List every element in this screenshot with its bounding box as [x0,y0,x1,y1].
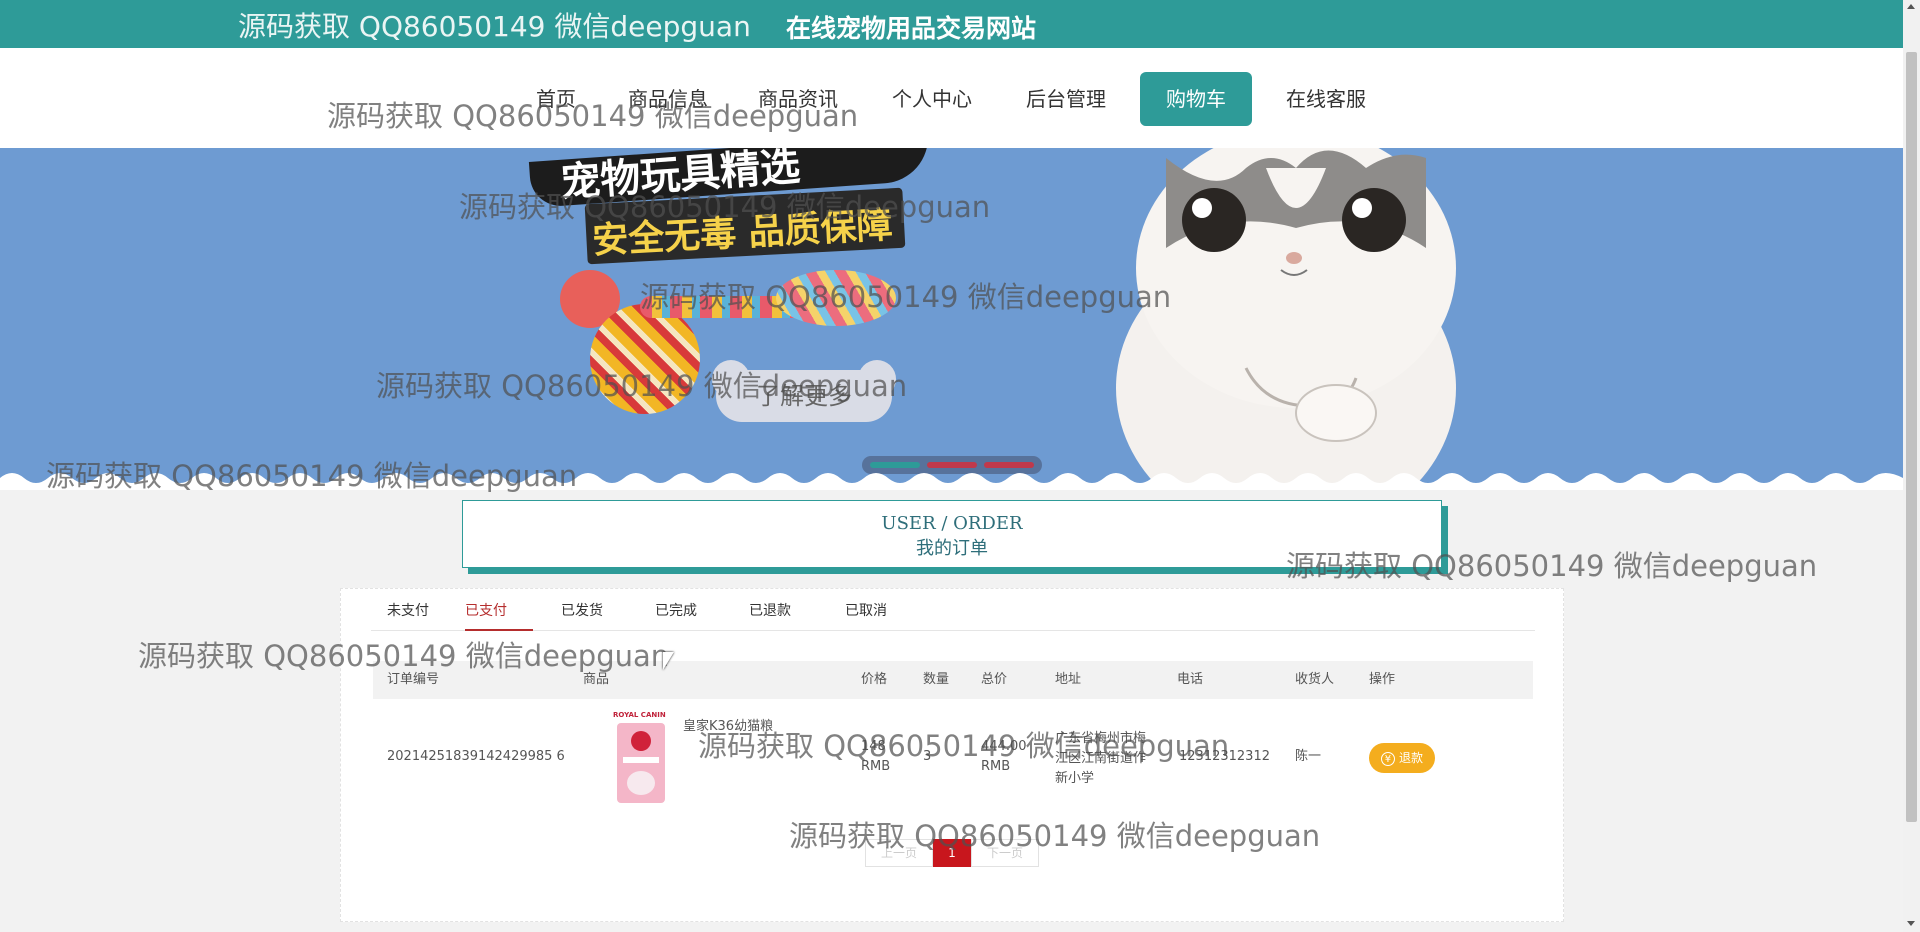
hero-banner: 宠物玩具精选 安全无毒 品质保障 了解更多 [0,148,1903,490]
product-image[interactable] [613,711,669,805]
tab-shipped[interactable]: 已发货 [561,599,603,631]
tab-unpaid[interactable]: 未支付 [387,599,429,631]
banner-wave-divider [0,473,1903,490]
order-header-en: USER / ORDER [881,513,1023,534]
total-unit: RMB [981,759,1011,774]
order-number: 20214251839142429985 6 [387,749,565,764]
nav-products[interactable]: 商品信息 [628,72,708,126]
total-value: 444.00 [981,739,1027,754]
receiver-value: 陈一 [1295,749,1322,764]
nav-user-center[interactable]: 个人中心 [892,72,972,126]
refund-label: 退款 [1398,751,1423,765]
cat-illustration [1116,148,1456,490]
order-panel: 未支付 已支付 已发货 已完成 已退款 已取消 订单编号 商品 价格 数量 总价… [340,588,1564,922]
tab-cancelled[interactable]: 已取消 [845,599,887,631]
quantity-value: 3 [923,749,932,764]
main-nav: 首页 商品信息 商品资讯 个人中心 后台管理 购物车 在线客服 [0,48,1903,148]
scroll-up-icon[interactable] [1907,4,1915,9]
th-phone: 电话 [1177,672,1204,687]
th-product: 商品 [583,672,610,687]
price-unit: RMB [861,759,891,774]
tab-paid[interactable]: 已支付 [465,599,533,631]
order-status-tabs: 未支付 已支付 已发货 已完成 已退款 已取消 [371,599,1535,631]
pager-next[interactable]: 下一页 [971,839,1039,867]
site-title: 在线宠物用品交易网站 [786,14,1037,43]
mouse-cursor-icon [663,652,674,670]
product-name[interactable]: 皇家K36幼猫粮 [683,717,773,737]
scroll-down-icon[interactable] [1907,921,1915,926]
nav-news[interactable]: 商品资讯 [758,72,838,126]
address-value: 广东省梅州市梅江区江南街道作新小学 [1055,731,1147,786]
tab-refunded[interactable]: 已退款 [749,599,791,631]
th-action: 操作 [1369,672,1396,687]
pager-page-1[interactable]: 1 [933,839,971,867]
refund-button[interactable]: ¥ 退款 [1369,743,1435,773]
learn-more-button[interactable]: 了解更多 [712,360,896,422]
th-price: 价格 [861,672,888,687]
order-section-header: USER / ORDER 我的订单 [462,500,1442,568]
th-receiver: 收货人 [1295,672,1335,687]
nav-admin[interactable]: 后台管理 [1026,72,1106,126]
th-total: 总价 [981,672,1008,687]
pager-prev[interactable]: 上一页 [865,839,933,867]
nav-home[interactable]: 首页 [536,72,576,126]
price-value: 148 [861,739,886,754]
nav-cart[interactable]: 购物车 [1140,72,1252,126]
nav-customer-service[interactable]: 在线客服 [1286,72,1366,126]
product-brand: ROYAL CANIN [613,711,666,719]
page-scrollbar[interactable] [1903,0,1920,932]
th-order-no: 订单编号 [387,672,440,687]
scrollbar-thumb[interactable] [1906,52,1917,822]
tab-completed[interactable]: 已完成 [655,599,697,631]
order-header-cn: 我的订单 [916,538,988,559]
top-header-bar: 在线宠物用品交易网站 [0,0,1903,48]
yen-icon: ¥ [1380,751,1395,766]
phone-value: 12312312312 [1179,749,1270,764]
order-table-header: 订单编号 商品 价格 数量 总价 地址 电话 收货人 操作 [373,661,1533,699]
th-address: 地址 [1055,672,1082,687]
table-row: 20214251839142429985 6 ROYAL CANIN 皇家K36… [373,707,1533,811]
th-quantity: 数量 [923,672,950,687]
